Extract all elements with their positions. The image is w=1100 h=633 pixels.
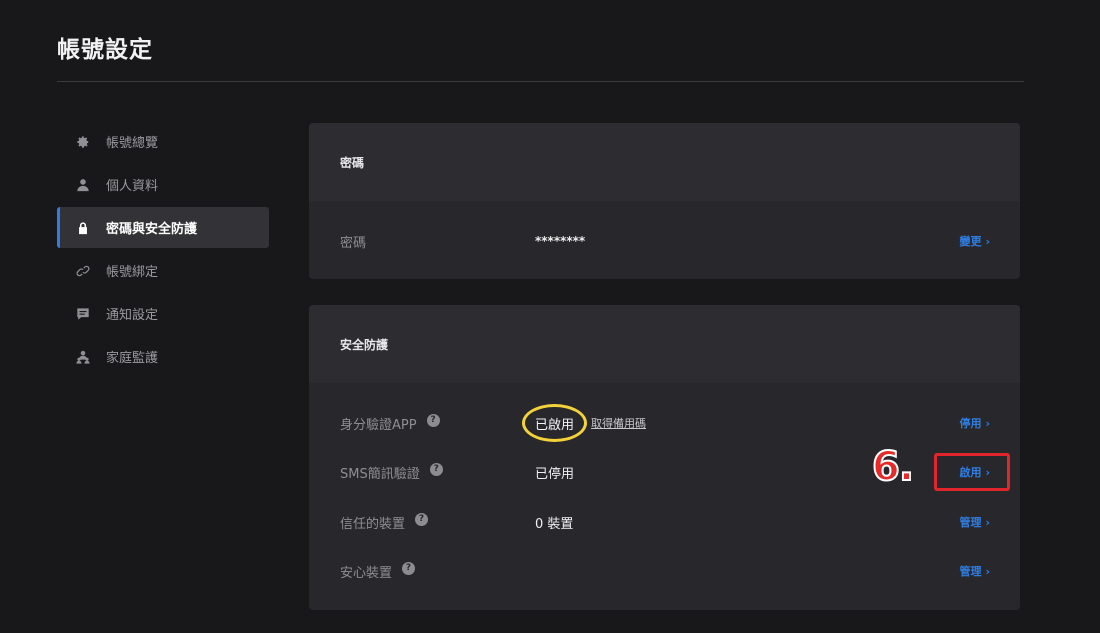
authenticator-app-status: 已啟用 取得備用碼 (522, 404, 646, 442)
trusted-devices-row: 信任的裝置 ? 0 裝置 管理 › (309, 502, 1020, 542)
sidebar-item-label: 通知設定 (106, 308, 159, 323)
sms-verification-label-text: SMS簡訊驗證 (340, 466, 420, 482)
sidebar-item-label: 個人資料 (106, 179, 159, 194)
sidebar-item-account-link[interactable]: 帳號綁定 (57, 250, 269, 291)
sidebar-item-account-overview[interactable]: 帳號總覽 (57, 121, 269, 162)
enabled-status-highlight: 已啟用 (522, 404, 587, 442)
chevron-right-icon: › (985, 564, 990, 578)
page-title: 帳號設定 (57, 37, 153, 63)
title-divider (57, 81, 1024, 82)
security-card-header: 安全防護 (309, 305, 1020, 383)
change-password-button[interactable]: 變更 › (959, 233, 990, 249)
authenticator-app-label-text: 身分驗證APP (340, 417, 417, 433)
manage-secure-device-label: 管理 (959, 565, 982, 578)
sms-verification-label: SMS簡訊驗證 ? (340, 462, 443, 482)
disable-authenticator-label: 停用 (959, 417, 982, 430)
trusted-devices-label-text: 信任的裝置 (340, 516, 406, 532)
link-icon (76, 264, 90, 278)
password-value: ******** (535, 234, 586, 248)
sms-verification-row: SMS簡訊驗證 ? 已停用 6. 啟用 › (309, 443, 1020, 492)
chevron-right-icon: › (985, 465, 990, 479)
sms-verification-status: 已停用 (535, 466, 575, 482)
password-label: 密碼 (340, 235, 367, 251)
authenticator-app-row: 身分驗證APP ? 已啟用 取得備用碼 停用 › (309, 403, 1020, 443)
gear-icon (76, 135, 90, 149)
sidebar-item-password-security[interactable]: 密碼與安全防護 (57, 207, 269, 248)
manage-secure-device-button[interactable]: 管理 › (959, 563, 990, 579)
sidebar-item-notifications[interactable]: 通知設定 (57, 293, 269, 334)
manage-trusted-devices-button[interactable]: 管理 › (959, 514, 990, 530)
help-icon[interactable]: ? (415, 512, 429, 526)
sidebar-item-label: 帳號綁定 (106, 265, 159, 280)
sidebar-item-family-guard[interactable]: 家庭監護 (57, 336, 269, 377)
step-number-annotation: 6. (871, 443, 915, 491)
secure-device-label-text: 安心裝置 (340, 565, 393, 581)
get-backup-codes-link[interactable]: 取得備用碼 (591, 415, 646, 431)
user-icon (76, 178, 90, 192)
chevron-right-icon: › (985, 234, 990, 248)
sidebar-item-label: 家庭監護 (106, 351, 159, 366)
sidebar-item-label: 密碼與安全防護 (106, 222, 198, 237)
manage-trusted-devices-label: 管理 (959, 516, 982, 529)
secure-device-row: 安心裝置 ? 管理 › (309, 551, 1020, 591)
chevron-right-icon: › (985, 416, 990, 430)
enable-sms-button[interactable]: 啟用 › (959, 464, 990, 480)
lock-icon (76, 221, 90, 235)
help-icon[interactable]: ? (402, 561, 416, 575)
enable-sms-label: 啟用 (959, 466, 982, 479)
authenticator-app-label: 身分驗證APP ? (340, 413, 440, 433)
help-icon[interactable]: ? (426, 413, 440, 427)
disable-authenticator-button[interactable]: 停用 › (959, 415, 990, 431)
help-icon[interactable]: ? (429, 462, 443, 476)
trusted-devices-label: 信任的裝置 ? (340, 512, 429, 532)
password-card-header: 密碼 (309, 123, 1020, 201)
message-icon (76, 307, 90, 321)
sidebar: 帳號總覽 個人資料 密碼與安全防護 帳號綁定 通知設定 家庭監護 (57, 121, 269, 379)
chevron-right-icon: › (985, 515, 990, 529)
sidebar-item-label: 帳號總覽 (106, 136, 159, 151)
trusted-devices-count: 0 裝置 (535, 516, 574, 532)
change-password-label: 變更 (959, 235, 982, 248)
secure-device-label: 安心裝置 ? (340, 561, 416, 581)
password-row: 密碼 ******** 變更 › (309, 221, 1020, 261)
password-card: 密碼 密碼 ******** 變更 › (309, 123, 1020, 279)
sidebar-item-profile[interactable]: 個人資料 (57, 164, 269, 205)
family-icon (76, 350, 90, 364)
security-card: 安全防護 身分驗證APP ? 已啟用 取得備用碼 停用 › SMS簡訊驗證 ? … (309, 305, 1020, 610)
